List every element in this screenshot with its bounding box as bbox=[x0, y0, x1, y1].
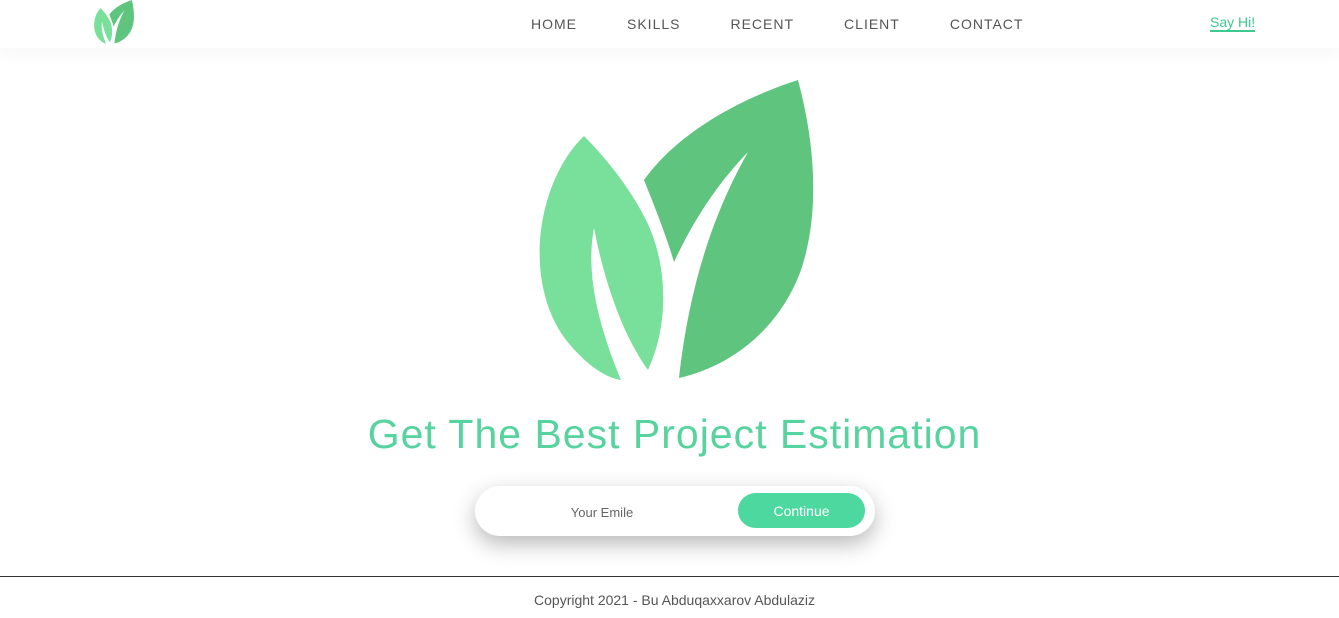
nav-recent[interactable]: RECENT bbox=[730, 16, 794, 32]
nav-contact[interactable]: CONTACT bbox=[950, 16, 1024, 32]
hero-title: Get The Best Project Estimation bbox=[367, 411, 982, 457]
footer-divider bbox=[0, 576, 1339, 577]
subscribe-form: Continue bbox=[475, 486, 875, 536]
say-hi-link[interactable]: Say Hi! bbox=[1210, 14, 1256, 32]
site-header: HOME SKILLS RECENT CLIENT CONTACT Say Hi… bbox=[0, 0, 1339, 48]
main-nav: HOME SKILLS RECENT CLIENT CONTACT bbox=[531, 16, 1073, 32]
email-input[interactable] bbox=[495, 498, 709, 526]
nav-client[interactable]: CLIENT bbox=[844, 16, 900, 32]
leaf-logo-icon bbox=[539, 80, 814, 380]
continue-button[interactable]: Continue bbox=[738, 493, 865, 528]
nav-home[interactable]: HOME bbox=[531, 16, 577, 32]
nav-skills[interactable]: SKILLS bbox=[627, 16, 680, 32]
leaf-logo-icon[interactable] bbox=[92, 0, 136, 44]
copyright-text: Copyright 2021 - Bu Abduqaxxarov Abdulaz… bbox=[534, 592, 815, 608]
